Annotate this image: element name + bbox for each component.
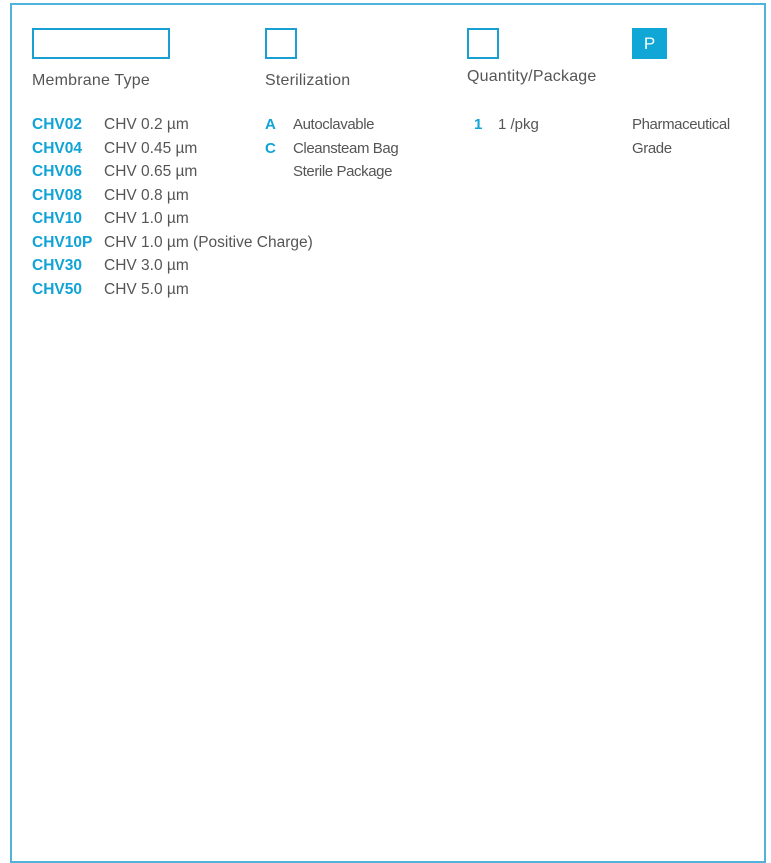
list-item: CHV08 CHV 0.8 µm [32,184,313,208]
quantity-code-box [467,28,499,59]
option-code: CHV02 [32,116,82,133]
option-description: CHV 0.2 µm [104,116,189,133]
option-description: CHV 0.8 µm [104,186,189,204]
sterilization-list: A Autoclavable C Cleansteam Bag Sterile Pa… [265,113,399,184]
option-code: CHV10 [32,210,82,227]
grade-code-box: P [632,28,667,59]
option-description: 1 /pkg [498,116,539,133]
option-description: CHV 3.0 µm [104,257,189,274]
option-code: 1 [474,116,483,133]
option-code: CHV04 [32,139,82,157]
option-description: CHV 1.0 µm (Positive Charge) [104,233,313,251]
option-code: CHV08 [32,186,82,204]
quantity-list: 1 1 /pkg [474,113,539,137]
option-description: CHV 5.0 µm [104,280,189,298]
grade-description: Pharmaceutical Grade [632,113,762,160]
list-item: 1 1 /pkg [474,113,539,137]
list-item: CHV10P CHV 1.0 µm (Positive Charge) [32,231,313,255]
option-description: CHV 0.65 µm [104,163,198,180]
membrane-code-box [32,28,170,59]
list-item: CHV10 CHV 1.0 µm [32,207,313,231]
option-code: A [265,116,276,133]
option-description: Cleansteam Bag [293,139,399,157]
list-item: A Autoclavable [265,113,398,137]
sterilization-code-box [265,28,297,59]
sterilization-heading: Sterilization [265,72,351,89]
option-description: Autoclavable [293,116,375,133]
membrane-type-heading: Membrane Type [32,72,150,89]
list-item: C Cleansteam Bag [265,137,399,161]
option-code: CHV10P [32,233,93,251]
option-description: CHV 1.0 µm [104,210,189,227]
grade-line: Grade [632,139,672,157]
grade-line: Pharmaceutical [632,116,730,133]
option-description: CHV 0.45 µm [104,139,198,157]
list-item: CHV50 CHV 5.0 µm [32,278,313,302]
list-item-continuation: Sterile Package [265,160,398,184]
option-code: CHV50 [32,280,82,298]
quantity-package-heading: Quantity/Package [467,68,597,85]
option-code: CHV06 [32,163,82,180]
option-code: C [265,139,276,157]
option-code: CHV30 [32,257,82,274]
list-item: CHV30 CHV 3.0 µm [32,254,313,278]
option-description: Sterile Package [293,163,393,180]
